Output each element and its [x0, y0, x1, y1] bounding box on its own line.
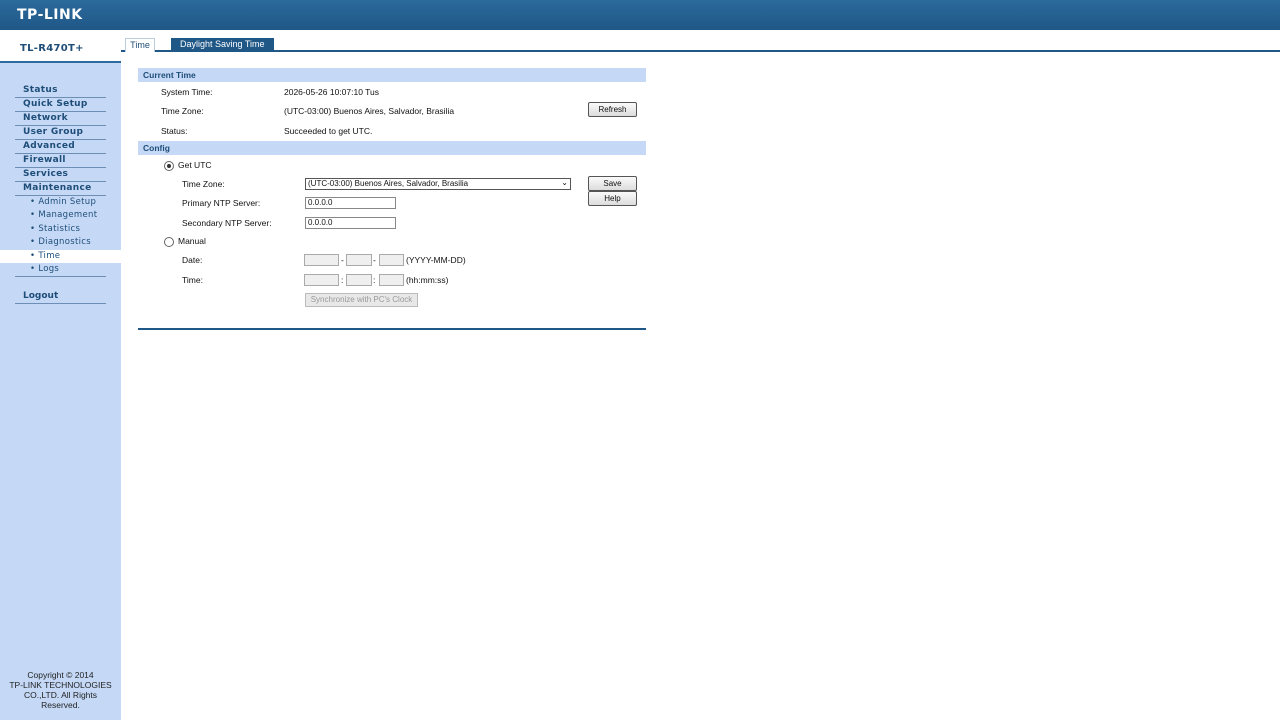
tab-time[interactable]: Time — [125, 38, 155, 52]
bullet-icon: • — [30, 263, 36, 274]
sidebar-item-maintenance[interactable]: Maintenance — [15, 182, 106, 196]
date-format-hint: (YYYY-MM-DD) — [406, 255, 466, 266]
time-hour-input[interactable] — [304, 273, 339, 286]
time-zone-label: Time Zone: — [161, 106, 204, 117]
manual-row: Manual — [138, 232, 646, 251]
section-current-time: Current Time — [138, 68, 646, 82]
synchronize-with-pc-clock-button[interactable]: Synchronize with PC's Clock — [305, 292, 418, 307]
get-utc-row: Get UTC — [138, 155, 646, 174]
primary-ntp-row: Primary NTP Server: 0.0.0.0 Help — [138, 191, 646, 212]
sidebar-subitem-management[interactable]: • Management — [15, 209, 106, 222]
secondary-ntp-row: Secondary NTP Server: 0.0.0.0 — [138, 213, 646, 232]
chevron-down-icon: ⌄ — [561, 178, 568, 188]
get-utc-label: Get UTC — [178, 159, 212, 170]
help-button[interactable]: Help — [588, 191, 637, 207]
copyright-line: CO.,LTD. All Rights — [23, 690, 98, 700]
copyright-line: Copyright © 2014 — [27, 670, 94, 680]
manual-radio[interactable] — [164, 237, 174, 248]
sidebar-nav: Status Quick Setup Network User Group Ad… — [0, 84, 121, 305]
sync-row: Synchronize with PC's Clock — [138, 290, 646, 309]
date-row: Date: - - (YYYY-MM-DD) — [138, 251, 646, 270]
primary-ntp-input[interactable]: 0.0.0.0 — [305, 197, 396, 210]
sidebar-item-firewall[interactable]: Firewall — [15, 154, 106, 168]
system-time-value: 2026-05-26 10:07:10 Tus — [284, 87, 379, 97]
section-config: Config — [138, 140, 646, 155]
copyright: Copyright © 2014 TP-LINK TECHNOLOGIES CO… — [0, 670, 121, 710]
date-separator: - — [341, 255, 344, 266]
manual-label: Manual — [178, 236, 206, 247]
time-label: Time: — [182, 274, 203, 285]
time-minute-input[interactable] — [346, 273, 372, 286]
system-time-row: System Time: 2026-05-26 10:07:10 Tus — [138, 82, 646, 101]
sidebar-subitem-admin-setup[interactable]: • Admin Setup — [15, 196, 106, 209]
time-zone-value: (UTC-03:00) Buenos Aires, Salvador, Bras… — [284, 106, 455, 117]
model-box: TL-R470T+ — [0, 30, 121, 63]
sidebar-subitem-label: Management — [38, 210, 98, 221]
refresh-button[interactable]: Refresh — [588, 102, 637, 118]
time-second-input[interactable] — [379, 273, 404, 286]
config-time-zone-row: Time Zone: (UTC-03:00) Buenos Aires, Sal… — [138, 174, 646, 193]
secondary-ntp-input[interactable]: 0.0.0.0 — [305, 216, 396, 229]
sidebar-item-network[interactable]: Network — [15, 112, 106, 126]
tp-link-logo: TP-LINK — [17, 7, 83, 23]
sidebar-subitem-diagnostics[interactable]: • Diagnostics — [15, 236, 106, 249]
sidebar-subitem-label: Diagnostics — [38, 237, 91, 248]
bullet-icon: • — [30, 250, 36, 261]
sidebar-subitem-label: Time — [38, 250, 61, 261]
sidebar-item-logout[interactable]: Logout — [15, 290, 106, 305]
sidebar-subitem-label: Logs — [38, 263, 60, 274]
sidebar-subitem-time[interactable]: • Time — [0, 249, 121, 263]
copyright-line: Reserved. — [41, 700, 80, 710]
date-year-input[interactable] — [304, 254, 339, 267]
bullet-icon: • — [30, 210, 36, 221]
sidebar-item-services[interactable]: Services — [15, 168, 106, 182]
sidebar-item-advanced[interactable]: Advanced — [15, 140, 106, 154]
sidebar-subitem-logs[interactable]: • Logs — [15, 263, 106, 278]
bullet-icon: • — [30, 197, 36, 207]
model-name: TL-R470T+ — [20, 43, 84, 54]
divider — [138, 328, 646, 330]
time-row: Time: : : (hh:mm:ss) — [138, 271, 646, 290]
primary-ntp-label: Primary NTP Server: — [182, 198, 261, 209]
sidebar-subitem-label: Statistics — [38, 223, 81, 234]
get-utc-radio[interactable] — [164, 160, 174, 171]
sidebar: TL-R470T+ Status Quick Setup Network Use… — [0, 30, 121, 720]
save-button[interactable]: Save — [588, 176, 637, 192]
current-time-zone-row: Time Zone: (UTC-03:00) Buenos Aires, Sal… — [138, 101, 646, 120]
sidebar-subitem-statistics[interactable]: • Statistics — [15, 223, 106, 236]
sidebar-item-quick-setup[interactable]: Quick Setup — [15, 98, 106, 112]
copyright-line: TP-LINK TECHNOLOGIES — [9, 680, 112, 690]
status-label: Status: — [161, 125, 188, 136]
time-format-hint: (hh:mm:ss) — [406, 274, 449, 285]
sidebar-item-user-group[interactable]: User Group — [15, 126, 106, 140]
date-day-input[interactable] — [379, 254, 404, 267]
time-zone-select[interactable]: (UTC-03:00) Buenos Aires, Salvador, Bras… — [305, 178, 571, 191]
status-value: Succeeded to get UTC. — [284, 125, 373, 136]
sidebar-subitem-label: Admin Setup — [38, 197, 97, 207]
date-separator: - — [373, 255, 376, 266]
time-separator: : — [341, 274, 344, 285]
system-time-label: System Time: — [161, 87, 213, 97]
top-header: TP-LINK — [0, 0, 1280, 30]
tab-daylight-saving-time[interactable]: Daylight Saving Time — [171, 38, 274, 51]
bullet-icon: • — [30, 237, 36, 248]
sidebar-item-status[interactable]: Status — [15, 84, 106, 98]
secondary-ntp-label: Secondary NTP Server: — [182, 217, 272, 228]
config-time-zone-label: Time Zone: — [182, 179, 225, 190]
bullet-icon: • — [30, 223, 36, 234]
time-separator: : — [373, 274, 376, 285]
main-content: Current Time System Time: 2026-05-26 10:… — [138, 68, 646, 309]
date-month-input[interactable] — [346, 254, 372, 267]
date-label: Date: — [182, 255, 203, 266]
status-row: Status: Succeeded to get UTC. — [138, 121, 646, 140]
tab-bar: Time Daylight Saving Time — [121, 30, 1280, 52]
time-zone-select-value: (UTC-03:00) Buenos Aires, Salvador, Bras… — [308, 179, 469, 189]
